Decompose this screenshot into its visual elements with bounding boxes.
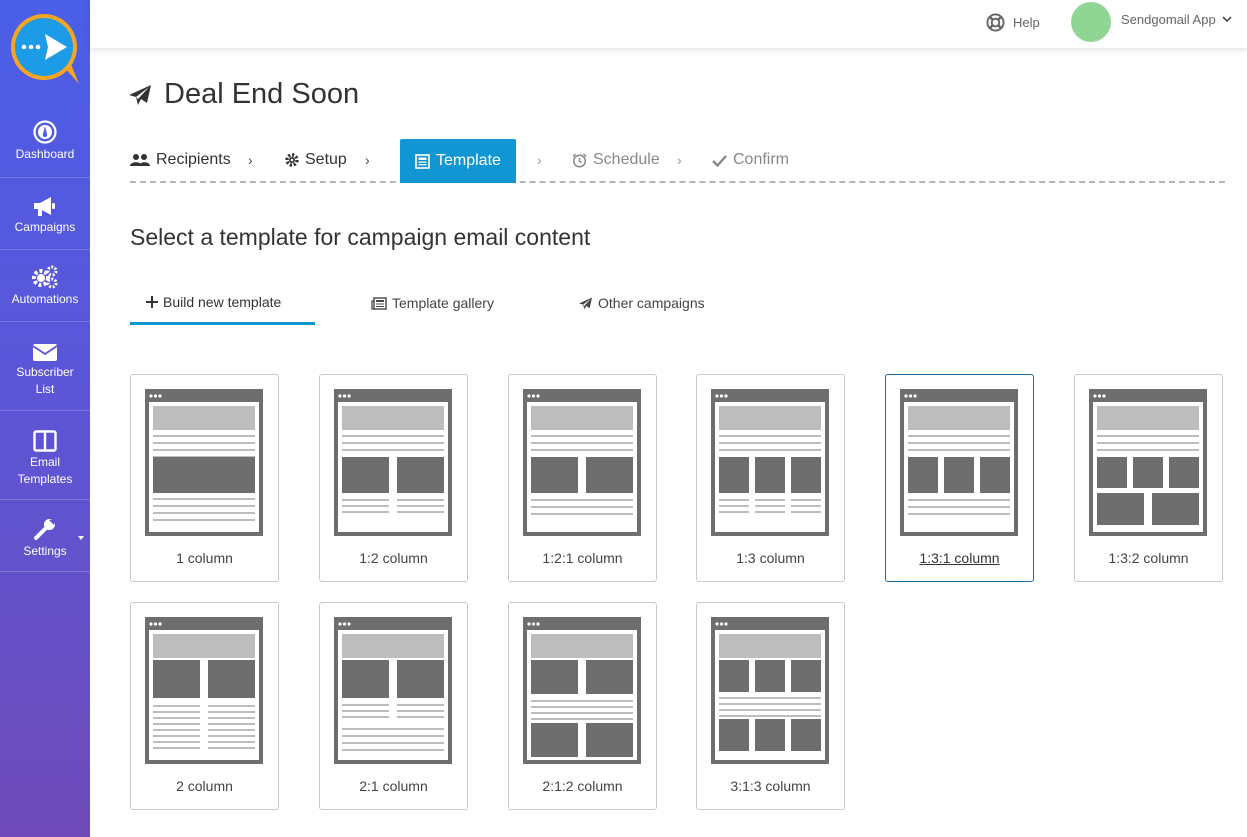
- step-separator: ›: [677, 152, 682, 168]
- template-layout-preview: [334, 389, 452, 536]
- template-card[interactable]: 1:2 column: [319, 374, 468, 582]
- avatar[interactable]: [1071, 2, 1111, 42]
- template-card-label: 1:2:1 column: [542, 550, 623, 566]
- alarm-clock-icon: [572, 152, 587, 168]
- account-menu[interactable]: Sendgomail App: [1121, 12, 1232, 27]
- step-confirm[interactable]: Confirm: [712, 139, 789, 181]
- sidebar-item-campaigns[interactable]: Campaigns: [0, 178, 90, 250]
- wizard-steps: Recipients › Setup › Template › Schedule…: [130, 139, 1225, 183]
- step-separator: ›: [365, 152, 370, 168]
- step-separator: ›: [248, 152, 253, 168]
- megaphone-icon: [34, 197, 55, 216]
- section-heading: Select a template for campaign email con…: [130, 224, 591, 250]
- tab-template-gallery[interactable]: Template gallery: [371, 284, 494, 322]
- step-template[interactable]: Template: [400, 139, 516, 183]
- step-label: Confirm: [733, 151, 790, 168]
- tab-label: Build new template: [163, 293, 282, 310]
- page-title: Deal End Soon: [164, 78, 360, 110]
- template-card-label: 3:1:3 column: [730, 778, 811, 794]
- account-name: Sendgomail App: [1121, 12, 1216, 27]
- help-label: Help: [1013, 14, 1040, 30]
- columns-icon: [33, 430, 57, 452]
- logo[interactable]: [9, 12, 81, 84]
- sidebar-item-subscriber-list[interactable]: Subscriber List: [0, 322, 90, 411]
- chevron-down-icon: [1222, 16, 1232, 23]
- step-schedule[interactable]: Schedule: [572, 139, 660, 181]
- sidebar-item-label: Subscriber: [16, 365, 74, 379]
- template-card[interactable]: 1 column: [130, 374, 279, 582]
- step-label: Recipients: [156, 151, 231, 168]
- step-recipients[interactable]: Recipients: [130, 139, 231, 181]
- step-label: Schedule: [593, 151, 660, 168]
- template-layout-preview: [334, 617, 452, 764]
- sendgomail-logo-icon: [11, 14, 79, 84]
- paper-plane-icon: [579, 297, 592, 309]
- step-setup[interactable]: Setup: [285, 139, 347, 181]
- life-ring-icon: [986, 12, 1005, 32]
- sidebar: Dashboard Campaigns Automations Subscrib…: [0, 0, 90, 837]
- template-layout-preview: [900, 389, 1018, 536]
- template-layout-preview: [145, 617, 263, 764]
- sidebar-item-email-templates[interactable]: Email Templates: [0, 411, 90, 500]
- template-layout-preview: [711, 389, 829, 536]
- template-layout-preview: [523, 389, 641, 536]
- sidebar-item-dashboard[interactable]: Dashboard: [0, 106, 90, 178]
- template-card[interactable]: 2:1:2 column: [508, 602, 657, 810]
- sidebar-item-automations[interactable]: Automations: [0, 250, 90, 322]
- template-card-label: 2:1 column: [359, 778, 428, 794]
- template-layout-preview: [711, 617, 829, 764]
- tab-label: Other campaigns: [598, 295, 705, 311]
- template-card-label: 1:3:2 column: [1108, 550, 1189, 566]
- gears-icon: [32, 265, 58, 289]
- sidebar-item-label: Automations: [11, 292, 79, 306]
- template-card[interactable]: 1:3:1 column: [885, 374, 1034, 582]
- template-card[interactable]: 1:2:1 column: [508, 374, 657, 582]
- template-layout-preview: [523, 617, 641, 764]
- template-card-label: 1:2 column: [359, 550, 428, 566]
- help-link[interactable]: Help: [986, 12, 1040, 32]
- gear-icon: [285, 153, 299, 167]
- check-icon: [712, 154, 727, 167]
- step-label: Setup: [305, 151, 347, 168]
- tab-label: Template gallery: [392, 295, 494, 311]
- newspaper-icon: [371, 296, 387, 310]
- sidebar-item-label: Email: [29, 455, 60, 469]
- sidebar-item-label: Campaigns: [14, 220, 76, 234]
- wrench-icon: [34, 519, 56, 540]
- page-header: Deal End Soon: [128, 78, 359, 111]
- template-card[interactable]: 3:1:3 column: [696, 602, 845, 810]
- tab-other-campaigns[interactable]: Other campaigns: [578, 284, 705, 322]
- users-icon: [130, 154, 150, 166]
- template-card[interactable]: 1:3:2 column: [1074, 374, 1223, 582]
- step-separator: ›: [537, 152, 542, 168]
- paper-plane-icon: [129, 84, 151, 105]
- template-card-label: 1 column: [176, 550, 233, 566]
- template-card[interactable]: 2 column: [130, 602, 279, 810]
- step-label: Template: [436, 152, 501, 169]
- sidebar-item-settings[interactable]: Settings: [0, 500, 90, 572]
- tab-build-new-template[interactable]: Build new template: [130, 284, 315, 325]
- sidebar-item-label-line2: Templates: [17, 472, 73, 486]
- template-card-label: 1:3:1 column: [919, 550, 1000, 566]
- envelope-icon: [32, 344, 58, 361]
- template-layout-preview: [145, 389, 263, 536]
- template-card[interactable]: 2:1 column: [319, 602, 468, 810]
- template-card-label: 1:3 column: [736, 550, 805, 566]
- sidebar-item-label: Settings: [23, 544, 67, 558]
- newspaper-icon: [415, 153, 430, 169]
- top-bar: Help Sendgomail App: [90, 0, 1247, 48]
- template-card-label: 2:1:2 column: [542, 778, 623, 794]
- plus-icon: [146, 295, 158, 308]
- dashboard-gauge-icon: [33, 120, 57, 144]
- chevron-down-icon: [78, 536, 84, 540]
- template-layout-preview: [1089, 389, 1207, 536]
- sidebar-item-label-line2: List: [35, 382, 55, 396]
- sidebar-item-label: Dashboard: [15, 147, 75, 161]
- template-card-label: 2 column: [176, 778, 233, 794]
- template-card[interactable]: 1:3 column: [696, 374, 845, 582]
